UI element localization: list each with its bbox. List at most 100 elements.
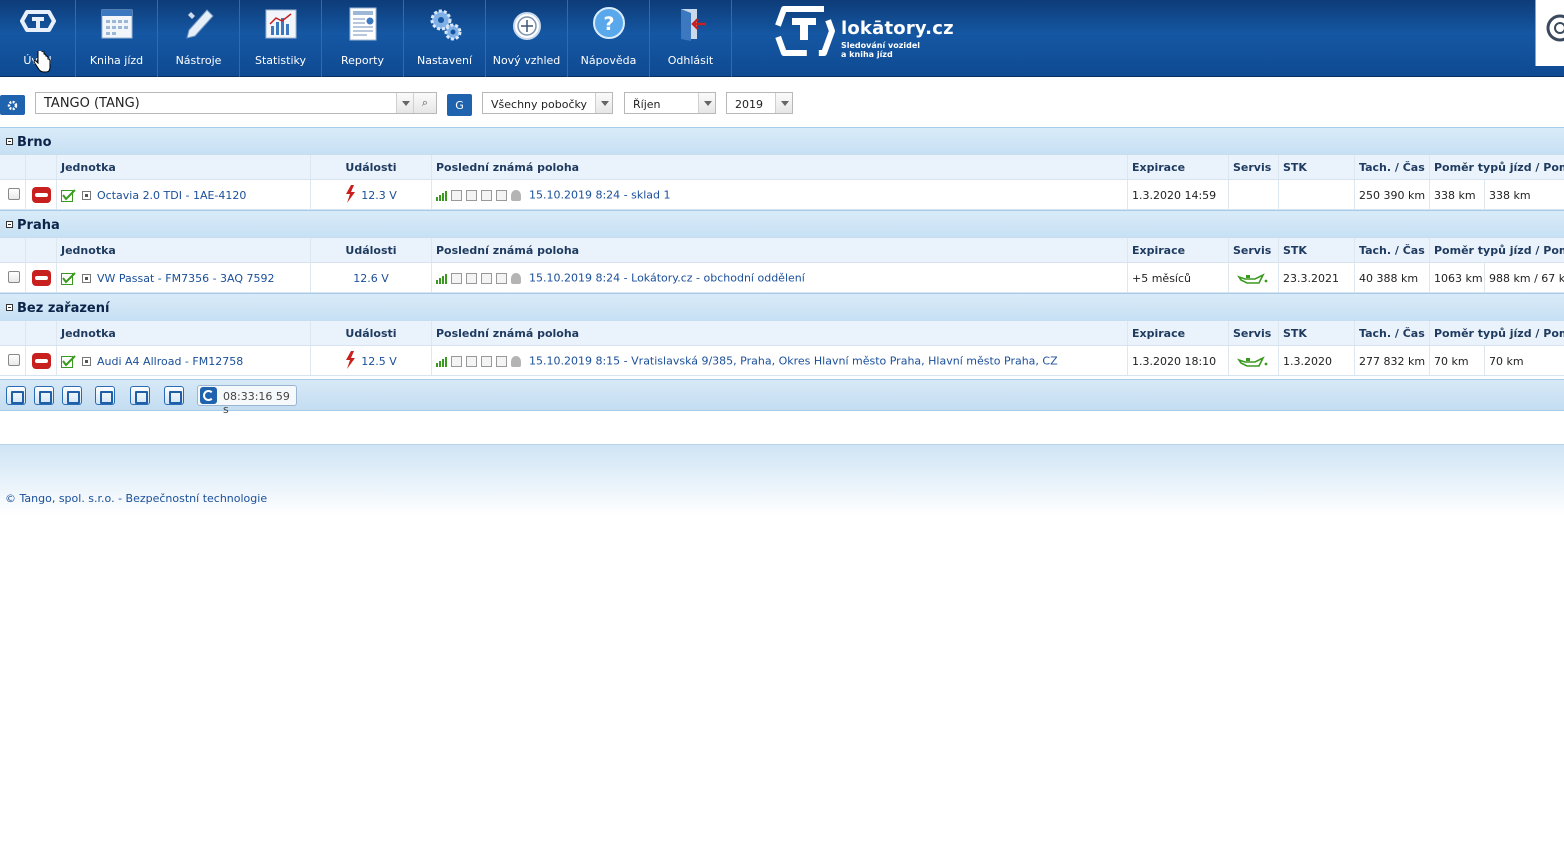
- refresh-icon[interactable]: [200, 387, 217, 404]
- partner-logo-panel: [1535, 0, 1564, 66]
- collapse-toggle-icon[interactable]: [6, 138, 13, 145]
- detail-toggle-icon[interactable]: [81, 273, 91, 283]
- col-service[interactable]: Servis: [1229, 155, 1279, 179]
- vehicle-type-cell: [26, 346, 57, 375]
- col-stk[interactable]: STK: [1279, 321, 1355, 345]
- col-service[interactable]: Servis: [1229, 238, 1279, 262]
- col-position[interactable]: Poslední známá poloha: [432, 155, 1128, 179]
- branch-select[interactable]: Všechny pobočky: [482, 92, 613, 114]
- unit-select[interactable]: TANGO (TANG) ⌕: [35, 92, 437, 114]
- gps-icon: [481, 190, 492, 201]
- col-tach[interactable]: Tach. / Čas: [1355, 155, 1430, 179]
- refresh-timer[interactable]: 08:33:16 59 s: [197, 385, 297, 416]
- ignition-icon: [451, 273, 462, 284]
- vehicle-type-cell: [26, 180, 57, 209]
- position-cell: 15.10.2019 8:15 - Vratislavská 9/385, Pr…: [432, 346, 1128, 375]
- car-icon: [32, 187, 51, 203]
- col-tach[interactable]: Tach. / Čas: [1355, 321, 1430, 345]
- ratio-cell-1: 70 km: [1430, 346, 1485, 375]
- group-header[interactable]: Brno: [0, 127, 1564, 154]
- chevron-down-icon[interactable]: [396, 93, 413, 113]
- signal-strength-icon: [436, 274, 447, 284]
- nav-logbook[interactable]: Kniha jízd: [76, 0, 158, 77]
- col-ratio[interactable]: Poměr typů jízd / Poměr: [1430, 321, 1564, 345]
- door-icon: [466, 356, 477, 367]
- col-unit[interactable]: Jednotka: [57, 155, 311, 179]
- nav-statistics[interactable]: Statistiky: [240, 0, 322, 77]
- nav-logout-label: Odhlásit: [667, 54, 714, 67]
- table-row[interactable]: Octavia 2.0 TDI - 1AE-4120 12.3 V 15.10.…: [0, 179, 1564, 210]
- search-icon[interactable]: ⌕: [413, 93, 436, 113]
- row-checkbox[interactable]: [8, 271, 20, 283]
- tach-cell: 40 388 km: [1355, 263, 1430, 292]
- nav-help-label: Nápověda: [580, 54, 637, 67]
- row-checkbox[interactable]: [8, 354, 20, 366]
- nav-help[interactable]: ? Nápověda: [568, 0, 650, 77]
- nav-logout[interactable]: Odhlásit: [650, 0, 732, 77]
- row-checkbox[interactable]: [8, 188, 20, 200]
- main-menu: Úvod Kniha jízd Nástroje: [0, 0, 732, 77]
- position-icons: [436, 272, 525, 285]
- col-ratio[interactable]: Poměr typů jízd / Poměr: [1430, 238, 1564, 262]
- detail-toggle-icon[interactable]: [81, 190, 91, 200]
- col-expiration[interactable]: Expirace: [1128, 155, 1229, 179]
- detail-toggle-icon[interactable]: [81, 356, 91, 366]
- col-tach[interactable]: Tach. / Čas: [1355, 238, 1430, 262]
- nav-reports[interactable]: Reporty: [322, 0, 404, 77]
- settings-button[interactable]: [0, 95, 25, 115]
- broadcast-button[interactable]: [130, 386, 150, 405]
- help-icon: ?: [592, 7, 625, 39]
- col-select: [0, 238, 26, 262]
- group-header[interactable]: Praha: [0, 210, 1564, 237]
- col-position[interactable]: Poslední známá poloha: [432, 321, 1128, 345]
- collapse-toggle-icon[interactable]: [6, 304, 13, 311]
- checklist-button[interactable]: [62, 386, 82, 405]
- year-select[interactable]: 2019: [726, 92, 793, 114]
- ignition-icon: [451, 190, 462, 201]
- col-stk[interactable]: STK: [1279, 155, 1355, 179]
- col-events[interactable]: Události: [311, 238, 432, 262]
- table-row[interactable]: Audi A4 Allroad - FM12758 12.5 V 15.10.2…: [0, 345, 1564, 376]
- unit-link[interactable]: Octavia 2.0 TDI - 1AE-4120: [97, 189, 246, 202]
- expiration-cell: +5 měsíců: [1128, 263, 1229, 292]
- col-stk[interactable]: STK: [1279, 238, 1355, 262]
- report-icon: [349, 7, 376, 41]
- vehicle-button[interactable]: [95, 386, 115, 405]
- col-unit[interactable]: Jednotka: [57, 321, 311, 345]
- chevron-down-icon[interactable]: [595, 93, 612, 113]
- relay-icon: [496, 356, 507, 367]
- col-select: [0, 155, 26, 179]
- brand-logo[interactable]: lokātory.cz Sledování vozidel a kniha jí…: [772, 5, 972, 60]
- col-events[interactable]: Události: [311, 321, 432, 345]
- col-expiration[interactable]: Expirace: [1128, 238, 1229, 262]
- group-header[interactable]: Bez zařazení: [0, 293, 1564, 320]
- col-service[interactable]: Servis: [1229, 321, 1279, 345]
- position-link[interactable]: 15.10.2019 8:24 - sklad 1: [529, 189, 671, 202]
- chevron-down-icon[interactable]: [698, 93, 715, 113]
- col-events[interactable]: Události: [311, 155, 432, 179]
- grid-view-button[interactable]: [164, 386, 184, 405]
- col-unit[interactable]: Jednotka: [57, 238, 311, 262]
- unit-link[interactable]: VW Passat - FM7356 - 3AQ 7592: [97, 272, 275, 285]
- select-all-button[interactable]: [6, 386, 26, 405]
- nav-settings[interactable]: Nastavení: [404, 0, 486, 77]
- row-select-cell: [0, 346, 26, 375]
- col-expiration[interactable]: Expirace: [1128, 321, 1229, 345]
- g-button[interactable]: G: [447, 94, 472, 116]
- nav-new-look[interactable]: Nový vzhled: [486, 0, 568, 77]
- unit-link[interactable]: Audi A4 Allroad - FM12758: [97, 355, 243, 368]
- col-ratio[interactable]: Poměr typů jízd / Poměr: [1430, 155, 1564, 179]
- month-select[interactable]: Říjen: [624, 92, 716, 114]
- unit-cell: VW Passat - FM7356 - 3AQ 7592: [57, 263, 311, 292]
- position-link[interactable]: 15.10.2019 8:15 - Vratislavská 9/385, Pr…: [529, 355, 1058, 368]
- table-row[interactable]: VW Passat - FM7356 - 3AQ 7592 12.6 V 15.…: [0, 262, 1564, 293]
- position-link[interactable]: 15.10.2019 8:24 - Lokátory.cz - obchodní…: [529, 272, 805, 285]
- stk-cell: 1.3.2020: [1279, 346, 1355, 375]
- collapse-toggle-icon[interactable]: [6, 221, 13, 228]
- col-position[interactable]: Poslední známá poloha: [432, 238, 1128, 262]
- ratio-cell-2: 70 km: [1489, 355, 1524, 368]
- nav-tools[interactable]: Nástroje: [158, 0, 240, 77]
- voltage-value: 12.5 V: [361, 355, 397, 368]
- deselect-all-button[interactable]: [34, 386, 54, 405]
- chevron-down-icon[interactable]: [775, 93, 792, 113]
